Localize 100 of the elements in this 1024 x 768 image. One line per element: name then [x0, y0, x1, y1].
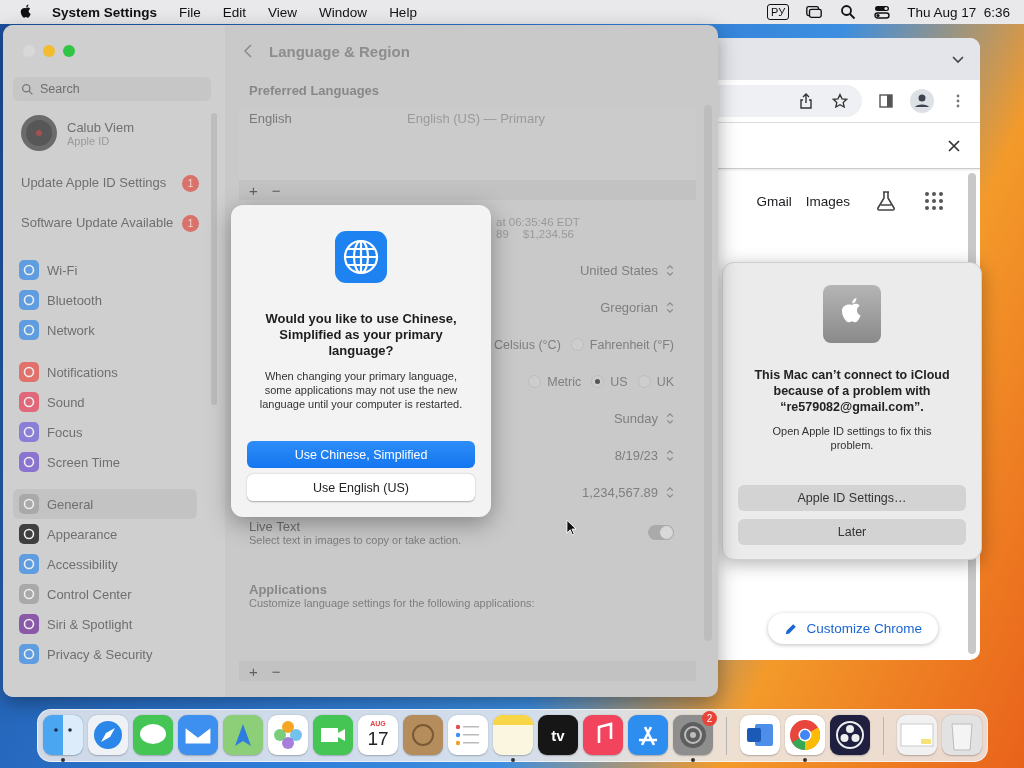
menu-bar-clock[interactable]: Thu Aug 17 6:36 [907, 4, 1010, 20]
close-icon[interactable] [946, 137, 962, 154]
sidebar-alert[interactable]: Software Update Available [21, 215, 182, 231]
list-app-icon[interactable] [448, 715, 488, 755]
compass-app-icon[interactable] [88, 715, 128, 755]
sidebar-item[interactable]: Control Center [13, 579, 197, 609]
alert-message: Open Apple ID settings to fix this problem. [772, 424, 932, 452]
sidebar-item[interactable]: Siri & Spotlight [13, 609, 197, 639]
alert-title: This Mac can’t connect to iCloud because of a problem with “re579082@gmail.com”. [753, 367, 951, 415]
mouse-pointer-icon [566, 519, 577, 536]
popup-menu[interactable]: 8/19/23 [614, 448, 674, 463]
sidebar-item[interactable]: Screen Time [13, 447, 197, 477]
up-down-chevron-icon [666, 412, 674, 425]
calendar-day: 17 [367, 728, 389, 750]
profile-icon[interactable] [910, 89, 934, 113]
flower-app-icon[interactable] [268, 715, 308, 755]
up-down-chevron-icon [666, 301, 674, 314]
list-control[interactable]: − [271, 181, 281, 199]
menu-item[interactable]: File [179, 4, 201, 20]
notification-badge: 1 [182, 174, 199, 192]
search-icon[interactable] [839, 4, 858, 20]
apps-grid-icon[interactable] [922, 189, 946, 213]
pencil-icon [784, 621, 799, 636]
list-control[interactable]: + [249, 662, 258, 680]
map-app-icon[interactable] [223, 715, 263, 755]
browser-app-icon[interactable] [785, 715, 825, 755]
sidebar-item[interactable]: Accessibility [13, 549, 197, 579]
dialog-title: Would you like to use Chinese, Simplified as your primary language? [264, 311, 458, 359]
notification-badge: 2 [702, 711, 717, 726]
popup-menu[interactable]: Gregorian [600, 300, 674, 315]
toggle-switch[interactable] [648, 525, 674, 540]
flask-icon[interactable] [874, 189, 898, 213]
dialog-button[interactable]: Use English (US) [247, 474, 475, 501]
chat-bubble-app-icon[interactable] [133, 715, 173, 755]
screen-mirroring-icon[interactable] [805, 4, 824, 20]
record-app-icon[interactable] [830, 715, 870, 755]
radio-button[interactable] [591, 375, 605, 388]
share-icon[interactable] [798, 93, 814, 109]
popup-menu[interactable]: Sunday [613, 411, 674, 426]
side-panel-icon[interactable] [878, 93, 894, 109]
document-app-icon[interactable] [740, 715, 780, 755]
scrollbar[interactable] [211, 113, 217, 405]
radio-option[interactable]: Metric [528, 374, 582, 389]
camera-app-icon[interactable] [313, 715, 353, 755]
address-bar[interactable] [718, 85, 862, 117]
apple-logo-icon [823, 285, 881, 343]
sidebar-item[interactable]: Notifications [13, 357, 197, 387]
menu-item[interactable]: Edit [222, 4, 247, 20]
alert-button[interactable]: Apple ID Settings… [738, 485, 966, 511]
tv-label: tv [551, 726, 565, 744]
section-description: Customize language settings for the following applications: [248, 597, 536, 609]
sidebar-item[interactable]: Privacy & Security [13, 639, 197, 669]
popup-menu[interactable]: 1,234,567.89 [582, 485, 674, 500]
sidebar-item[interactable]: Sound [13, 387, 197, 417]
sidebar-item[interactable]: Appearance [13, 519, 197, 549]
menu-item[interactable]: Window [319, 4, 368, 20]
radio-option[interactable]: US [591, 374, 628, 389]
window-title: Language & Region [269, 42, 410, 60]
popup-menu[interactable]: United States [579, 263, 674, 278]
star-icon[interactable] [832, 93, 848, 109]
notification-badge: 1 [182, 214, 199, 232]
back-icon[interactable] [243, 43, 253, 59]
search-field[interactable]: Search [13, 77, 211, 101]
control-center-icon[interactable] [873, 4, 892, 20]
list-control[interactable]: + [249, 181, 258, 199]
section-heading: Applications [248, 582, 328, 597]
dialog-message: When changing your primary language, some applications may not use the new language until your computer is restarted. [258, 369, 464, 411]
account-name[interactable]: Calub Viem [67, 119, 134, 135]
sidebar-item[interactable]: Bluetooth [13, 285, 197, 315]
setting-title: Live Text [249, 519, 302, 534]
dialog-button[interactable]: Use Chinese, Simplified [247, 441, 475, 468]
radio-option[interactable]: UK [637, 374, 674, 389]
up-down-chevron-icon [666, 449, 674, 462]
radio-option[interactable]: Fahrenheit (°F) [570, 337, 674, 352]
envelope-app-icon[interactable] [178, 715, 218, 755]
menu-app-name[interactable]: System Settings [52, 4, 158, 20]
header-link[interactable]: Gmail [756, 193, 792, 209]
search-icon [21, 83, 34, 96]
customize-chrome-button[interactable]: Customize Chrome [768, 613, 938, 644]
list-control[interactable]: − [271, 662, 281, 680]
up-down-chevron-icon [666, 486, 674, 499]
app-store-icon[interactable] [628, 715, 668, 755]
language-name[interactable]: English [249, 111, 407, 126]
header-link[interactable]: Images [805, 193, 850, 209]
sidebar-item[interactable]: Focus [13, 417, 197, 447]
globe-icon [335, 231, 387, 283]
menu-item[interactable]: Help [389, 4, 417, 20]
sidebar-item[interactable]: Wi-Fi [13, 255, 197, 285]
alert-button[interactable]: Later [738, 519, 966, 545]
face-app-icon[interactable] [43, 715, 83, 755]
music-note-app-icon[interactable] [583, 715, 623, 755]
section-heading: Preferred Languages [248, 83, 381, 98]
input-source-menu[interactable]: РУ [767, 4, 790, 20]
tv-app-icon[interactable]: tv [538, 715, 578, 755]
sidebar-item[interactable]: General [13, 489, 197, 519]
avatar[interactable] [21, 115, 57, 151]
window-thumbnail-icon[interactable] [897, 715, 937, 755]
menu-item[interactable]: View [268, 4, 298, 20]
sidebar-item[interactable]: Network [13, 315, 197, 345]
sidebar-alert[interactable]: Update Apple ID Settings [21, 175, 182, 191]
